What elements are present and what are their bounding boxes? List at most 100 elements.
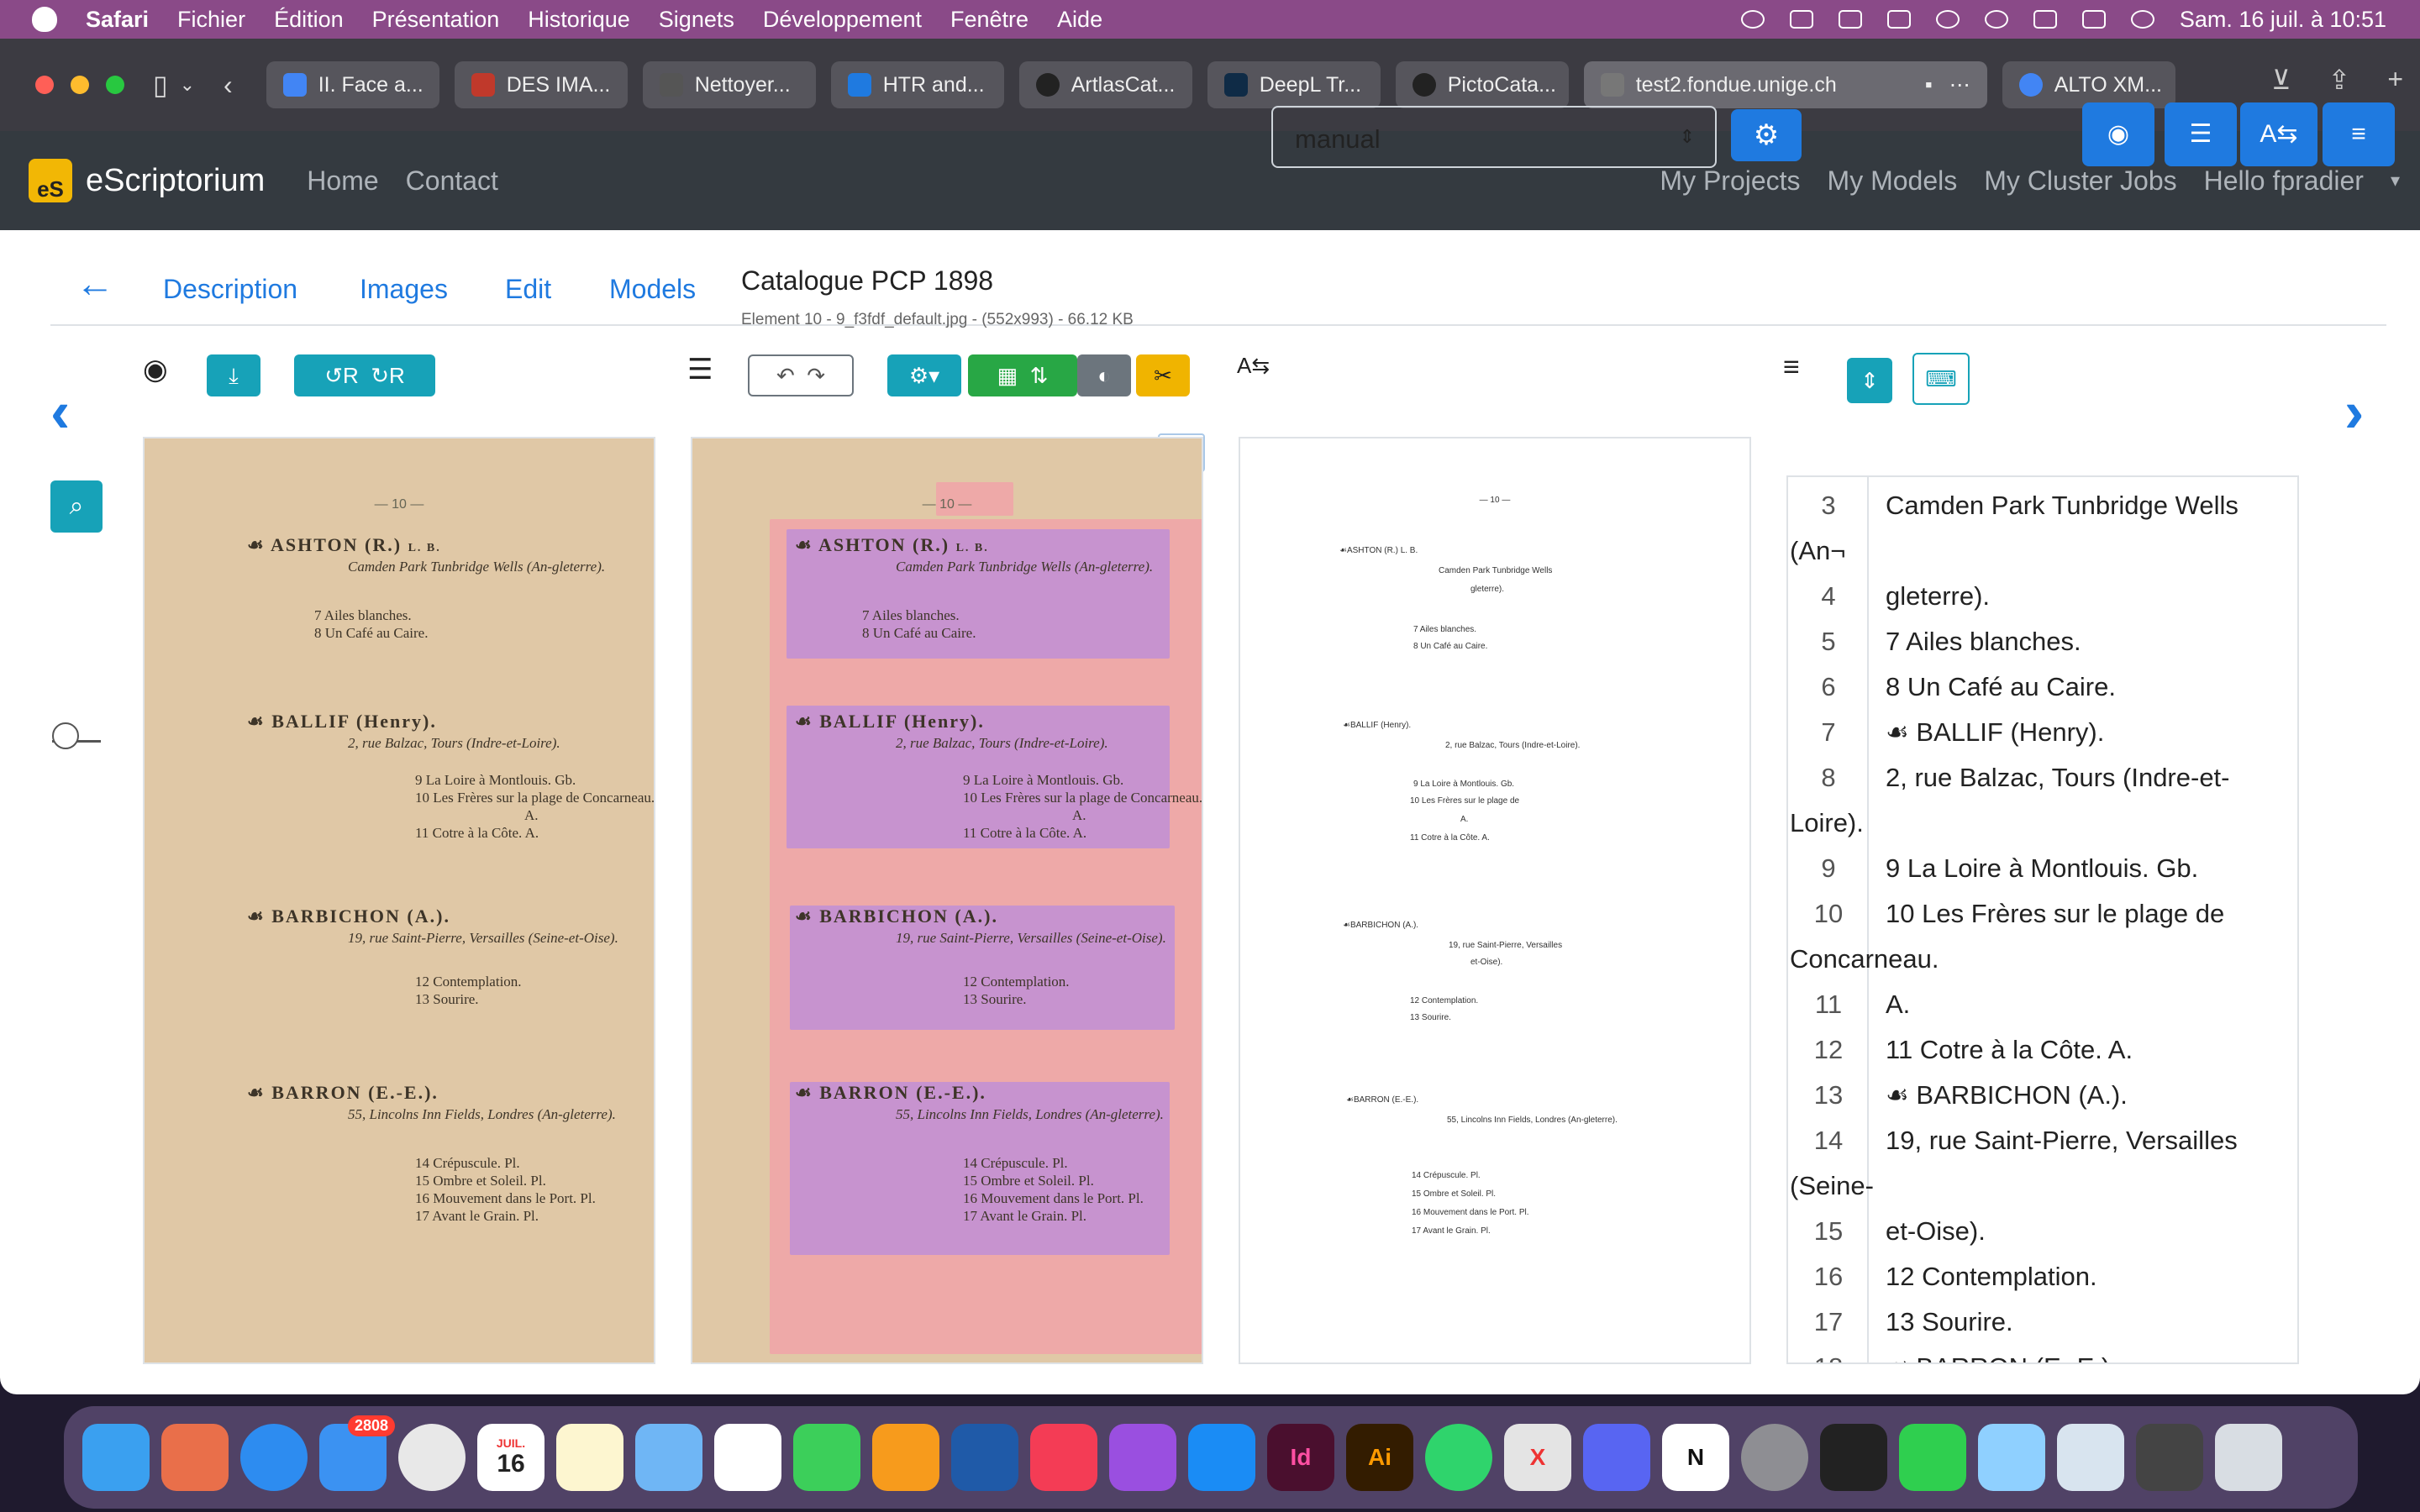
undo-redo-buttons[interactable]: ↶ ↷ [748,354,854,396]
toggle-source-view-button[interactable]: ◉ [2082,102,2154,166]
safari-icon[interactable] [240,1424,308,1491]
toggle-segmentation-view-button[interactable]: ☰ [2165,102,2237,166]
vis-line[interactable]: 7 Ailes blanches. [1413,625,1476,634]
share-icon[interactable]: ⇪ [2328,64,2351,96]
trash-icon[interactable] [2215,1424,2282,1491]
calendar-icon[interactable]: JUIL. 16 [477,1424,544,1491]
vis-line[interactable]: 11 Cotre à la Côte. A. [1410,833,1490,843]
line-text[interactable]: 10 Les Frères sur le plage de [1886,899,2224,929]
rotate-buttons[interactable]: ↺R ↻R [294,354,435,396]
clock[interactable]: Sam. 16 juil. à 10:51 [2180,7,2386,33]
source-panel[interactable]: — 10 — ☙ ASHTON (R.) L. B. Camden Park T… [143,437,655,1364]
visualisation-panel[interactable]: — 10 — ☙ASHTON (R.) L. B. Camden Park Tu… [1239,437,1751,1364]
sort-lines-button[interactable]: ⇕ [1847,358,1892,403]
line-text[interactable]: 8 Un Café au Caire. [1886,672,2116,702]
cut-button[interactable]: ✂ [1136,354,1190,396]
opacity-slider[interactable] [52,722,101,749]
vis-line[interactable]: 13 Sourire. [1410,1013,1451,1022]
nav-my-projects[interactable]: My Projects [1660,165,1800,197]
tab-9[interactable]: ALTO XM... [2002,61,2175,108]
segmentation-panel[interactable]: — 10 — ☙ ASHTON (R.) L. B. Camden Park T… [691,437,1203,1364]
tab-2[interactable]: DES IMA... [454,61,628,108]
line-text[interactable]: ☙ BALLIF (Henry). [1886,717,2104,748]
tab-images[interactable]: Images [360,274,448,305]
vis-line[interactable]: Camden Park Tunbridge Wells [1439,566,1552,575]
vis-line[interactable]: 8 Un Café au Caire. [1413,642,1487,651]
wifi-icon[interactable] [1935,10,1960,29]
numbers-icon[interactable] [1899,1424,1966,1491]
vis-line[interactable]: 2, rue Balzac, Tours (Indre-et-Loire). [1445,741,1580,750]
menu-presentation[interactable]: Présentation [372,7,500,33]
menu-fichier[interactable]: Fichier [177,7,245,33]
keyboard-icon[interactable] [1838,10,1862,29]
notes-icon[interactable] [556,1424,623,1491]
tab-3[interactable]: Nettoyer... [642,61,816,108]
music-icon[interactable] [1030,1424,1097,1491]
rotate-left-icon[interactable]: ↺R [324,363,359,388]
line-text[interactable]: et-Oise). [1886,1216,1986,1247]
download-button[interactable]: ⤓ [207,354,260,396]
siri-icon[interactable] [2130,10,2154,29]
line-text[interactable]: 12 Contemplation. [1886,1262,2097,1292]
word-icon[interactable] [951,1424,1018,1491]
line-text[interactable]: 2, rue Balzac, Tours (Indre-et- [1886,763,2230,793]
tab-1[interactable]: II. Face a... [266,61,439,108]
back-icon[interactable]: ‹ [224,70,233,101]
illustrator-icon[interactable]: Ai [1346,1424,1413,1491]
apple-icon[interactable] [32,7,57,32]
menu-fenetre[interactable]: Fenêtre [950,7,1028,33]
vis-line[interactable]: A. [1460,815,1468,824]
line-text[interactable]: 11 Cotre à la Côte. A. [1886,1035,2133,1065]
segmentation-settings-button[interactable]: ⚙▾ [887,354,961,396]
podcasts-icon[interactable] [1109,1424,1176,1491]
line-text[interactable]: A. [1886,990,1910,1020]
line-text[interactable]: Concarneau. [1790,944,1939,974]
vis-line[interactable]: 15 Ombre et Soleil. Pl. [1412,1189,1496,1199]
more-icon[interactable]: ⋯ [1949,72,1970,97]
launchpad-icon[interactable] [161,1424,229,1491]
line-text[interactable]: (An¬ [1790,536,1845,566]
line-text[interactable]: ☙ BARBICHON (A.). [1886,1080,2128,1110]
line-text[interactable]: Loire). [1790,808,1864,838]
vis-line[interactable]: 14 Crépuscule. Pl. [1412,1171,1481,1180]
finder-icon[interactable] [82,1424,150,1491]
vis-line[interactable]: 16 Mouvement dans le Port. Pl. [1412,1208,1529,1217]
pages-icon[interactable] [872,1424,939,1491]
app-store-icon[interactable] [1188,1424,1255,1491]
discord-icon[interactable] [1583,1424,1650,1491]
nav-my-models[interactable]: My Models [1828,165,1958,197]
line-text[interactable]: 9 La Loire à Montlouis. Gb. [1886,853,2198,884]
nav-contact[interactable]: Contact [406,165,498,197]
nav-cluster-jobs[interactable]: My Cluster Jobs [1984,165,2176,197]
user-menu[interactable]: Hello fpradier [2204,165,2364,197]
vis-line[interactable]: 55, Lincolns Inn Fields, Londres (An-gle… [1447,1116,1618,1125]
vis-line[interactable]: 9 La Loire à Montlouis. Gb. [1413,780,1514,789]
rotate-right-icon[interactable]: ↻R [371,363,405,388]
grid-icon[interactable]: ▦ [997,363,1018,388]
maps-icon[interactable] [635,1424,702,1491]
line-text[interactable]: ☙ BARRON (E.-E.). [1886,1352,2118,1362]
close-window-button[interactable] [35,76,54,94]
tab-5[interactable]: ArtlasCat... [1018,61,1192,108]
line-text[interactable]: (Seine- [1790,1171,1874,1201]
tab-6[interactable]: DeepL Tr... [1207,61,1381,108]
toggle-regions-lines-buttons[interactable]: ▦ ⇅ [968,354,1077,396]
vis-line[interactable]: 17 Avant le Grain. Pl. [1412,1226,1491,1236]
transcription-select[interactable]: manual ⇕ [1271,106,1717,168]
vis-line[interactable]: 19, rue Saint-Pierre, Versailles [1449,941,1562,950]
tab-edit[interactable]: Edit [505,274,551,305]
zoom-button[interactable]: ⌕ [50,480,103,533]
undo-icon[interactable]: ↶ [776,363,795,388]
messages-icon[interactable] [793,1424,860,1491]
vis-line[interactable]: ☙BARRON (E.-E.). [1346,1095,1418,1105]
new-tab-icon[interactable]: + [2387,64,2403,96]
line-text[interactable]: 13 Sourire. [1886,1307,2013,1337]
line-text[interactable]: Camden Park Tunbridge Wells [1886,491,2238,521]
toggle-diplomatic-view-button[interactable]: ≡ [2323,102,2395,166]
tab-description[interactable]: Description [163,274,297,305]
settings-button[interactable]: ⚙ [1731,109,1802,161]
vis-line[interactable]: 10 Les Frères sur le plage de [1410,796,1519,806]
system-preferences-icon[interactable] [1741,1424,1808,1491]
notion-icon[interactable]: N [1662,1424,1729,1491]
line-text[interactable]: gleterre). [1886,581,1990,612]
